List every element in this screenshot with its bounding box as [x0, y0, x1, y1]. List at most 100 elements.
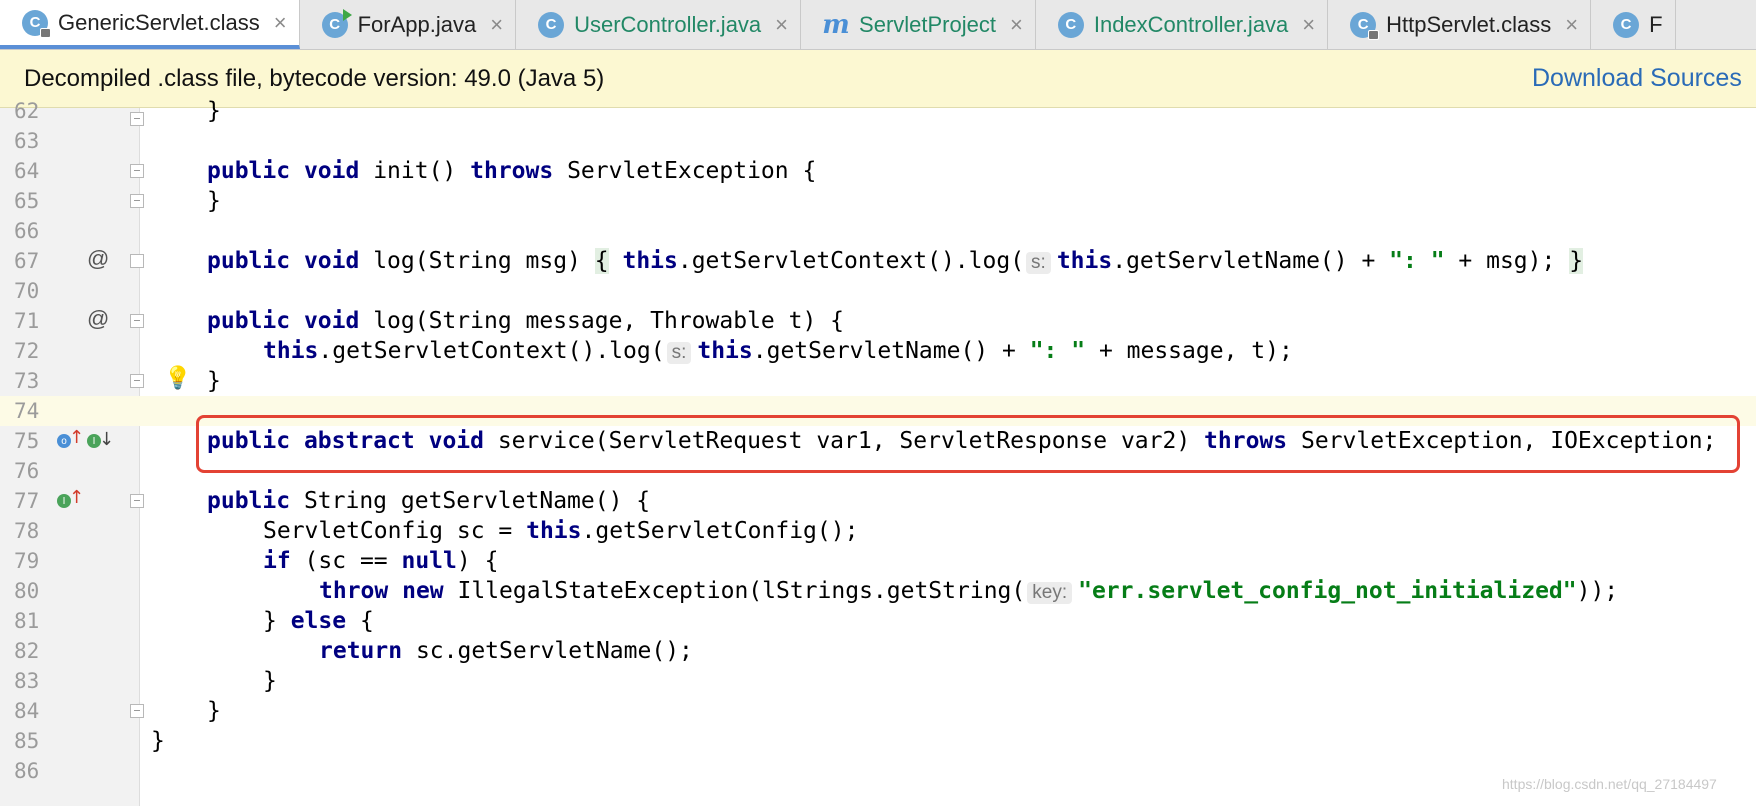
- code-line: 63: [0, 126, 1756, 156]
- code-line: 84 }: [0, 696, 1756, 726]
- fold-expand-icon[interactable]: [130, 254, 144, 268]
- fold-marker-icon[interactable]: [130, 112, 144, 126]
- fold-marker-icon[interactable]: [130, 494, 144, 508]
- code-line: 78 ServletConfig sc = this.getServletCon…: [0, 516, 1756, 546]
- fold-marker-icon[interactable]: [130, 704, 144, 718]
- code-line: 79 if (sc == null) {: [0, 546, 1756, 576]
- code-text: this.getServletContext().log(s: this.getS…: [263, 338, 1293, 364]
- line-number: 84: [14, 699, 40, 723]
- line-number: 83: [14, 669, 40, 693]
- line-number: 76: [14, 459, 40, 483]
- code-line: 62 }: [0, 96, 1756, 126]
- line-number: 64: [14, 159, 40, 183]
- code-text: ServletConfig sc = this.getServletConfig…: [263, 518, 859, 544]
- line-number: 85: [14, 729, 40, 753]
- tab-label: HttpServlet.class: [1386, 11, 1552, 37]
- annotation-at-icon[interactable]: @: [87, 306, 109, 332]
- code-text: }: [263, 668, 277, 694]
- highlight-box: [196, 415, 1740, 473]
- line-number: 79: [14, 549, 40, 573]
- code-line: 85 }: [0, 726, 1756, 756]
- code-line: 81 } else {: [0, 606, 1756, 636]
- tab-httpservlet-class[interactable]: C HttpServlet.class ×: [1328, 0, 1592, 49]
- close-icon[interactable]: ×: [1010, 12, 1023, 38]
- line-number: 67: [14, 249, 40, 273]
- close-icon[interactable]: ×: [1565, 12, 1578, 38]
- tab-forapp-java[interactable]: C ForApp.java ×: [300, 0, 517, 49]
- arrow-down-icon[interactable]: ↓: [99, 429, 114, 450]
- param-hint: key:: [1027, 582, 1073, 604]
- tab-indexcontroller-java[interactable]: C IndexController.java ×: [1036, 0, 1329, 49]
- class-run-icon: C: [321, 8, 352, 38]
- code-text: public void log(String msg) { this.getSe…: [207, 248, 1584, 274]
- fold-marker-icon[interactable]: [130, 374, 144, 388]
- line-number: 74: [14, 399, 40, 423]
- code-line: 72 this.getServletContext().log(s: this.g…: [0, 336, 1756, 366]
- line-number: 75: [14, 429, 40, 453]
- class-icon: C: [1057, 11, 1084, 38]
- line-number: 70: [14, 279, 40, 303]
- code-line: 83 }: [0, 666, 1756, 696]
- code-text: if (sc == null) {: [263, 548, 499, 574]
- code-line: 86: [0, 756, 1756, 786]
- line-number: 62: [14, 99, 40, 123]
- tab-label: F: [1649, 11, 1663, 37]
- line-number: 82: [14, 639, 40, 663]
- fold-marker-icon[interactable]: [130, 314, 144, 328]
- code-line: 82 return sc.getServletName();: [0, 636, 1756, 666]
- tab-overflow[interactable]: C F: [1591, 0, 1676, 49]
- line-number: 73: [14, 369, 40, 393]
- code-line: 73 💡 }: [0, 366, 1756, 396]
- line-number: 65: [14, 189, 40, 213]
- code-text: public void log(String message, Throwabl…: [207, 308, 844, 334]
- code-line: 70: [0, 276, 1756, 306]
- code-text: return sc.getServletName();: [319, 638, 693, 664]
- line-number: 78: [14, 519, 40, 543]
- arrow-up-icon[interactable]: ↑: [69, 487, 84, 508]
- code-text: }: [151, 728, 165, 754]
- tab-genericservlet-class[interactable]: C GenericServlet.class ×: [0, 0, 300, 49]
- line-number: 80: [14, 579, 40, 603]
- code-text: }: [207, 188, 221, 214]
- class-icon: C: [1613, 11, 1640, 38]
- fold-marker-icon[interactable]: [130, 194, 144, 208]
- param-hint: s:: [1026, 252, 1051, 274]
- watermark: https://blog.csdn.net/qq_27184497: [1502, 776, 1717, 792]
- code-line: 64 public void init() throws ServletExce…: [0, 156, 1756, 186]
- close-icon[interactable]: ×: [775, 12, 788, 38]
- lightbulb-icon[interactable]: 💡: [164, 366, 191, 391]
- tab-servletproject[interactable]: m ServletProject ×: [801, 0, 1036, 49]
- code-line: 65 }: [0, 186, 1756, 216]
- close-icon[interactable]: ×: [274, 10, 287, 36]
- fold-marker-icon[interactable]: [130, 164, 144, 178]
- line-number: 72: [14, 339, 40, 363]
- code-text: }: [207, 368, 221, 394]
- tab-usercontroller-java[interactable]: C UserController.java ×: [516, 0, 802, 49]
- line-number: 77: [14, 489, 40, 513]
- arrow-up-icon[interactable]: ↑: [69, 427, 84, 448]
- close-icon[interactable]: ×: [490, 12, 503, 38]
- code-line: 80 throw new IllegalStateException(lStri…: [0, 576, 1756, 606]
- close-icon[interactable]: ×: [1302, 12, 1315, 38]
- code-text: }: [207, 98, 221, 124]
- code-line: 77 I ↑ public String getServletName() {: [0, 486, 1756, 516]
- code-text: public void init() throws ServletExcepti…: [207, 158, 817, 184]
- code-text: throw new IllegalStateException(lStrings…: [319, 578, 1619, 604]
- tab-label: ServletProject: [859, 11, 996, 37]
- line-number: 66: [14, 219, 40, 243]
- download-sources-link[interactable]: Download Sources: [1532, 64, 1742, 93]
- class-icon: C: [538, 11, 565, 38]
- maven-m-icon: m: [822, 9, 850, 40]
- tab-label: IndexController.java: [1093, 11, 1289, 37]
- editor-tab-bar: C GenericServlet.class × C ForApp.java ×…: [0, 0, 1756, 50]
- code-editor[interactable]: 62 } 63 64 public void init() throws Ser…: [0, 98, 1756, 806]
- line-number: 63: [14, 129, 40, 153]
- code-line: 71 @ public void log(String message, Thr…: [0, 306, 1756, 336]
- code-text: }: [207, 698, 221, 724]
- tab-label: UserController.java: [574, 11, 762, 37]
- code-text: public String getServletName() {: [207, 488, 651, 514]
- code-line: 66: [0, 216, 1756, 246]
- line-number: 86: [14, 759, 40, 783]
- annotation-at-icon[interactable]: @: [87, 246, 109, 272]
- code-text: } else {: [263, 608, 374, 634]
